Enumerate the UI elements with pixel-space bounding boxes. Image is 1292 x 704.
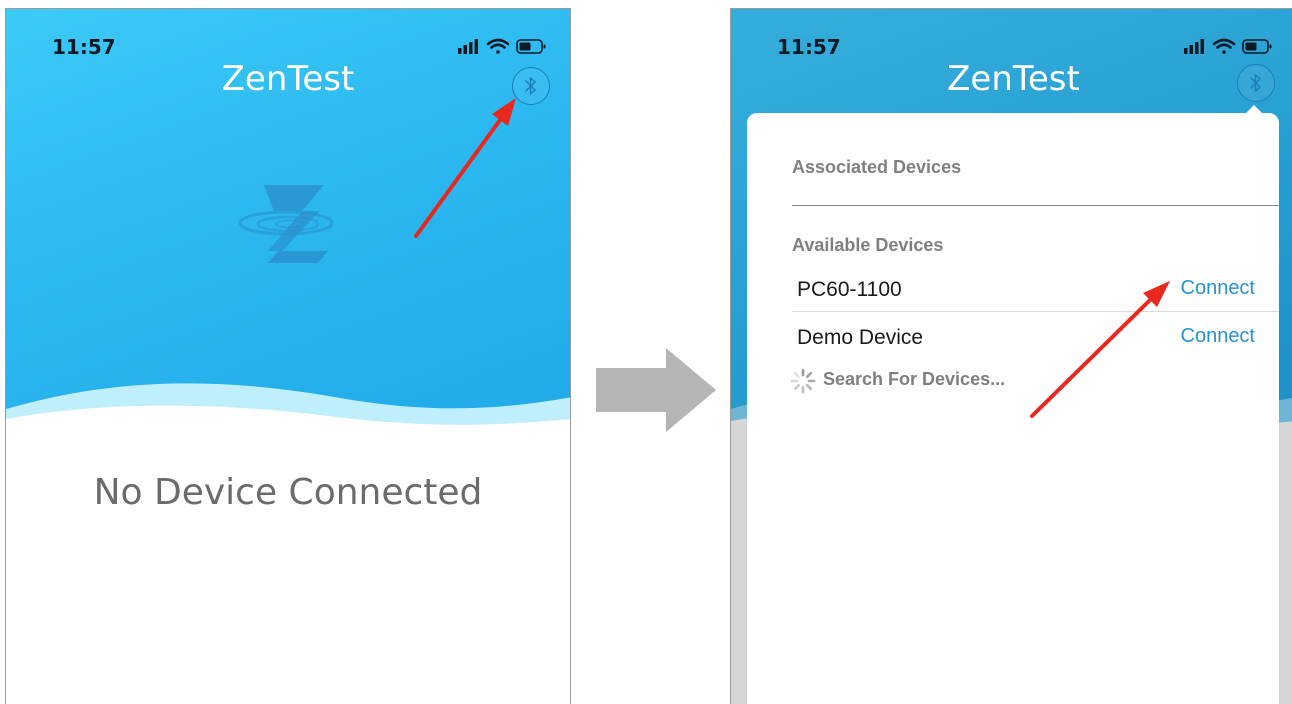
- row-divider: [792, 311, 1279, 312]
- section-divider: [792, 205, 1279, 206]
- device-name: Demo Device: [797, 326, 924, 349]
- bluetooth-icon: [1250, 74, 1261, 92]
- battery-icon: [1242, 39, 1272, 54]
- status-time: 11:57: [52, 35, 116, 59]
- battery-icon: [516, 39, 546, 54]
- signal-icon: [458, 39, 478, 54]
- status-icons: [1184, 38, 1272, 54]
- bluetooth-button[interactable]: [1237, 64, 1275, 102]
- device-name: PC60-1100: [797, 278, 902, 301]
- transition-arrow-icon: [596, 348, 716, 432]
- app-title: ZenTest: [947, 59, 1080, 99]
- device-popover: Associated Devices Available Devices PC6…: [747, 113, 1279, 704]
- status-icons: [458, 38, 546, 54]
- bluetooth-button[interactable]: [512, 67, 550, 105]
- zentest-logo-icon: [238, 185, 334, 263]
- search-devices-label: Search For Devices...: [823, 369, 1006, 389]
- available-devices-header: Available Devices: [792, 235, 944, 255]
- screen-after: 11:57 ZenTest Associated Devices Availab…: [730, 8, 1292, 704]
- wifi-icon: [486, 38, 510, 54]
- connect-button[interactable]: Connect: [1181, 325, 1256, 348]
- wifi-icon: [1212, 38, 1236, 54]
- bluetooth-icon: [525, 77, 536, 95]
- connect-button[interactable]: Connect: [1181, 277, 1256, 300]
- spinner-icon: [790, 368, 816, 394]
- header-wave: [6, 383, 570, 439]
- signal-icon: [1184, 39, 1204, 54]
- associated-devices-header: Associated Devices: [792, 157, 962, 177]
- app-title: ZenTest: [221, 59, 355, 99]
- status-time: 11:57: [777, 35, 841, 59]
- screen-before: 11:57 ZenTest No Device Connected: [5, 8, 571, 704]
- no-device-message: No Device Connected: [93, 472, 483, 513]
